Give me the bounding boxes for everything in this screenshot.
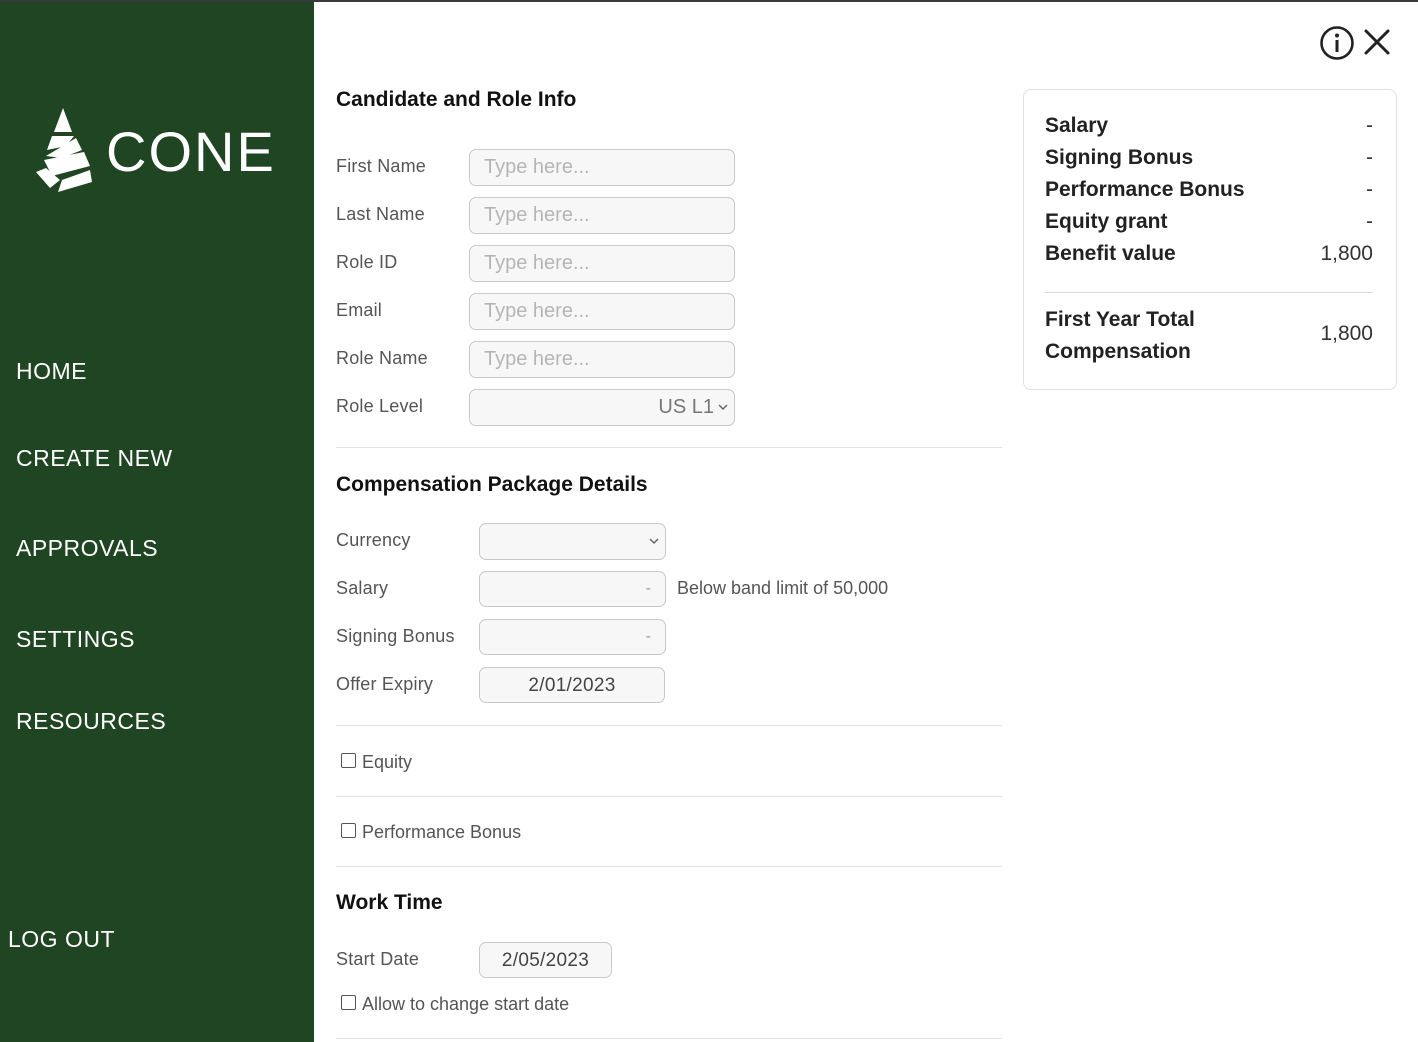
section-divider — [336, 1038, 1002, 1039]
last-name-input[interactable] — [469, 197, 735, 234]
signing-bonus-value: - — [645, 628, 651, 645]
equity-option: Equity — [341, 752, 412, 773]
summary-value: - — [1366, 114, 1373, 137]
salary-label: Salary — [336, 578, 389, 598]
summary-label: Performance Bonus — [1045, 178, 1245, 201]
section-divider — [336, 725, 1002, 726]
last-name-label: Last Name — [336, 204, 425, 224]
summary-value: 1,800 — [1320, 242, 1373, 265]
nav-settings[interactable]: SETTINGS — [16, 626, 135, 653]
work-time-section-title: Work Time — [336, 891, 443, 914]
summary-row: Salary - — [1045, 114, 1373, 138]
chevron-down-icon — [718, 404, 728, 411]
salary-value: - — [645, 580, 651, 597]
summary-label: Signing Bonus — [1045, 146, 1194, 169]
window-top-border — [0, 0, 1418, 2]
currency-label: Currency — [336, 530, 411, 550]
performance-bonus-checkbox[interactable] — [341, 823, 356, 838]
salary-input[interactable]: - — [479, 571, 666, 607]
signing-bonus-input[interactable]: - — [479, 619, 666, 655]
currency-select[interactable] — [479, 523, 666, 560]
summary-value: - — [1366, 146, 1373, 169]
cone-logo-icon — [36, 108, 92, 192]
summary-row: Equity grant - — [1045, 210, 1373, 234]
brand-logo: CONE — [32, 106, 282, 196]
info-icon[interactable] — [1319, 25, 1355, 61]
equity-label: Equity — [362, 752, 413, 772]
start-date-value: 2/05/2023 — [501, 950, 590, 971]
role-id-label: Role ID — [336, 252, 398, 272]
offer-expiry-date-input[interactable]: 2/01/2023 — [479, 667, 665, 703]
section-divider — [336, 796, 1002, 797]
first-name-label: First Name — [336, 156, 427, 176]
performance-bonus-label: Performance Bonus — [362, 822, 522, 842]
start-date-label: Start Date — [336, 949, 420, 969]
summary-value: - — [1366, 178, 1373, 201]
nav-home[interactable]: HOME — [16, 358, 87, 385]
allow-change-start-date-checkbox[interactable] — [341, 995, 356, 1010]
salary-band-note: Below band limit of 50,000 — [677, 578, 889, 598]
performance-bonus-option: Performance Bonus — [341, 822, 521, 843]
email-input[interactable] — [469, 293, 735, 330]
compensation-section-title: Compensation Package Details — [336, 473, 648, 496]
summary-label: Benefit value — [1045, 242, 1176, 265]
summary-label: Salary — [1045, 114, 1109, 137]
summary-divider — [1045, 292, 1373, 293]
compensation-summary-card: Salary - Signing Bonus - Performance Bon… — [1023, 89, 1397, 390]
offer-expiry-label: Offer Expiry — [336, 674, 434, 694]
section-divider — [336, 866, 1002, 867]
sidebar: CONE HOME CREATE NEW APPROVALS SETTINGS … — [0, 0, 314, 1042]
equity-checkbox[interactable] — [341, 753, 356, 768]
brand-name: CONE — [106, 120, 276, 183]
email-label: Email — [336, 300, 383, 320]
total-compensation-label: First Year Total Compensation — [1045, 308, 1195, 363]
summary-row: Benefit value 1,800 — [1045, 242, 1373, 266]
start-date-input[interactable]: 2/05/2023 — [479, 942, 612, 978]
role-level-value: US L1 — [658, 396, 714, 418]
nav-approvals[interactable]: APPROVALS — [16, 535, 158, 562]
section-divider — [336, 447, 1002, 448]
summary-row: Signing Bonus - — [1045, 146, 1373, 170]
candidate-section-title: Candidate and Role Info — [336, 88, 577, 111]
offer-expiry-value: 2/01/2023 — [528, 675, 616, 696]
role-id-input[interactable] — [469, 245, 735, 282]
role-name-input[interactable] — [469, 341, 735, 378]
role-name-label: Role Name — [336, 348, 428, 368]
chevron-down-icon — [649, 538, 659, 545]
summary-value: - — [1366, 210, 1373, 233]
allow-change-start-date-option: Allow to change start date — [341, 994, 569, 1015]
nav-log-out[interactable]: LOG OUT — [8, 926, 115, 953]
nav-resources[interactable]: RESOURCES — [16, 708, 166, 735]
allow-change-start-date-label: Allow to change start date — [362, 994, 570, 1014]
role-level-label: Role Level — [336, 396, 424, 416]
summary-label: Equity grant — [1045, 210, 1168, 233]
first-name-input[interactable] — [469, 149, 735, 186]
role-level-select[interactable]: US L1 — [469, 389, 735, 426]
summary-row: Performance Bonus - — [1045, 178, 1373, 202]
total-compensation-value: 1,800 — [1320, 322, 1373, 345]
nav-create-new[interactable]: CREATE NEW — [16, 445, 173, 472]
signing-bonus-label: Signing Bonus — [336, 626, 455, 646]
close-icon[interactable] — [1362, 27, 1392, 57]
